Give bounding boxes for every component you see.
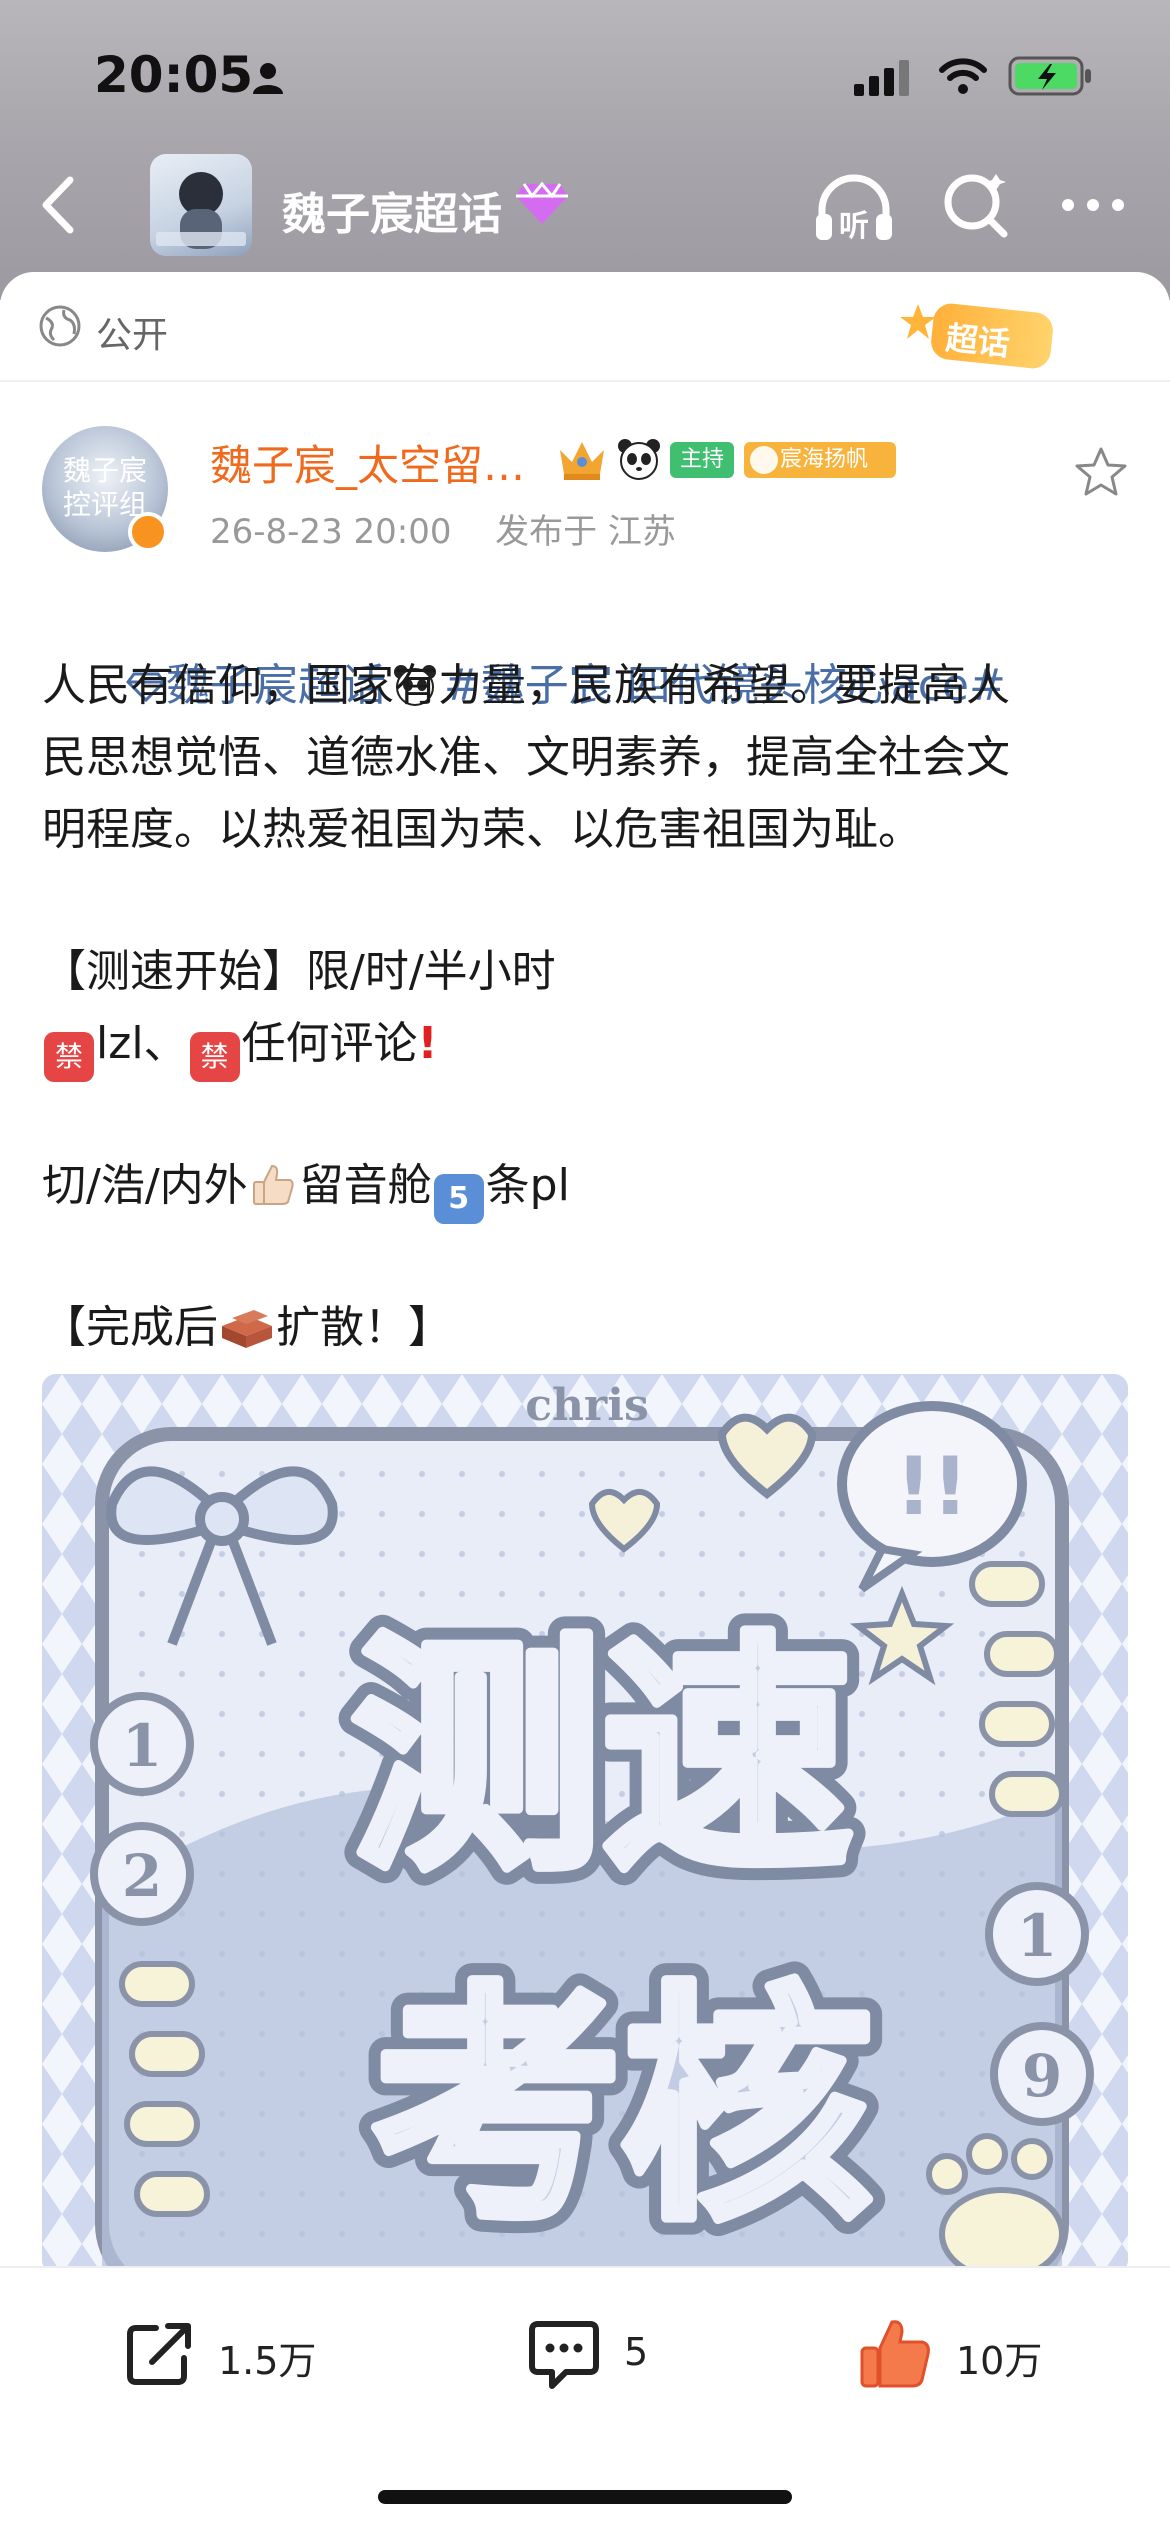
- spread-post-text: 扩散！】: [276, 1302, 452, 1353]
- author-username[interactable]: 魏子宸_太空留…: [210, 432, 525, 493]
- image-watermark: chris: [525, 1380, 648, 1431]
- listen-button[interactable]: 听: [812, 170, 896, 246]
- privacy-row: 公开 超话: [0, 272, 1170, 382]
- voice-text: 留音舱: [299, 1160, 432, 1211]
- wifi-icon: [939, 58, 987, 94]
- post-text-line: 民思想觉悟、道德水准、文明素养，提高全社会文: [42, 732, 1010, 783]
- exclamation-icon: !: [417, 1018, 438, 1069]
- more-options-icon[interactable]: [1058, 190, 1128, 220]
- comment-icon: [529, 2321, 599, 2389]
- svg-text:1: 1: [122, 1712, 162, 1780]
- topic-avatar-image: [156, 172, 246, 249]
- keycap-five-icon: 5: [433, 1174, 484, 1224]
- topic-title: 魏子宸超话: [282, 189, 502, 240]
- post-timestamp: 26-8-23 20:00: [210, 512, 452, 552]
- home-indicator[interactable]: [378, 2490, 792, 2504]
- share-icon: [127, 2323, 191, 2385]
- post-body: 魏子宸超话 #魏子宸 四代镜头核心ace# 人民有信仰，国家有力量，民族有希望。…: [42, 578, 1132, 1364]
- svg-text:1: 1: [1017, 1902, 1057, 1970]
- ban-rest-text: 任何评论: [241, 1018, 418, 1069]
- back-arrow-icon[interactable]: [30, 170, 90, 240]
- globe-icon: [39, 305, 81, 347]
- comment-requirement-line: 切/浩/内外 留音舱 5 条pl: [42, 1150, 1132, 1224]
- topic-avatar[interactable]: [150, 154, 252, 256]
- diamond-badge-icon: [516, 181, 568, 224]
- ban-emoji-icon: 禁: [189, 1032, 240, 1082]
- spread-line: 【完成后 扩散！】: [42, 1292, 1132, 1364]
- post-text-line: 人民有信仰，国家有力量，民族有希望。要提高人: [42, 660, 1010, 711]
- thumbs-up-emoji-icon: [252, 1164, 294, 1205]
- author-avatar-text-line1: 魏子宸: [62, 454, 147, 487]
- speed-test-line: 【测速开始】限/时/半小时: [42, 946, 556, 997]
- panda-icon: [618, 439, 660, 480]
- search-icon[interactable]: [940, 170, 1010, 240]
- comment-button[interactable]: 5: [524, 2314, 724, 2394]
- status-time: 20:05: [94, 46, 254, 104]
- speed-test-poster: chris !! 1 2 1 9 测速 测速 考核 考核: [42, 1374, 1128, 2274]
- post-meta: 26-8-23 20:00 发布于 江苏: [210, 504, 676, 553]
- ban-line: 禁 lzl、禁任何评论!: [42, 1008, 1132, 1082]
- status-bar: 20:05: [0, 0, 1170, 150]
- post-text-line: 明程度。以热爱祖国为荣、以危害祖国为耻。: [42, 804, 922, 855]
- verified-badge-icon: [128, 512, 168, 552]
- svg-text:2: 2: [122, 1842, 162, 1910]
- like-button[interactable]: 10万: [856, 2314, 1116, 2394]
- thumbs-up-icon: [860, 2320, 930, 2388]
- listen-label: 听: [839, 209, 869, 244]
- headphones-icon: 听: [816, 174, 892, 244]
- nav-bar: 魏子宸超话 听: [0, 140, 1170, 270]
- bricks-emoji-icon: [222, 1310, 272, 1348]
- favorite-star-icon[interactable]: [1072, 444, 1130, 502]
- count-pl-text: 条pl: [485, 1160, 570, 1211]
- privacy-label: 公开: [96, 315, 169, 356]
- like-count: 10万: [956, 2339, 1043, 2383]
- crown-icon: [560, 442, 604, 480]
- battery-icon: [1008, 56, 1091, 96]
- post-sheet: 公开 超话 魏子宸 控评组 魏子宸_太空留… 主持 宸海扬帆 26-8-23 2…: [0, 272, 1170, 2532]
- share-count: 1.5万: [218, 2339, 317, 2383]
- chaohua-logo[interactable]: 超话: [898, 301, 1068, 372]
- share-button[interactable]: 1.5万: [120, 2314, 340, 2394]
- cellular-signal-icon: [854, 60, 909, 96]
- person-icon: [253, 63, 283, 94]
- post-image[interactable]: chris !! 1 2 1 9 测速 测速 考核 考核: [42, 1374, 1128, 2274]
- fan-level-badge: 宸海扬帆: [744, 442, 896, 478]
- svg-text:9: 9: [1022, 2042, 1062, 2110]
- chaohua-label: 超话: [943, 318, 1012, 364]
- svg-text:!!: !!: [896, 1440, 969, 1533]
- comment-count: 5: [624, 2330, 649, 2374]
- fan-badge-icon: [750, 446, 778, 474]
- spread-pre-text: 【完成后: [42, 1302, 218, 1353]
- fan-badge-label: 宸海扬帆: [780, 447, 869, 472]
- post-location: 发布于 江苏: [495, 512, 676, 552]
- ban-emoji-icon: 禁: [44, 1032, 94, 1082]
- action-bar: 1.5万 5 10万: [0, 2266, 1170, 2532]
- ban-lzl-text: lzl、: [96, 1018, 188, 1069]
- svg-text:测速: 测速: [352, 1612, 852, 1903]
- inside-outside-text: 切/浩/内外: [42, 1160, 248, 1211]
- svg-text:考核: 考核: [372, 1962, 872, 2253]
- host-badge: 主持: [670, 442, 734, 478]
- post-topic-line: 魏子宸超话 #魏子宸 四代镜头核心ace#: [42, 578, 1132, 711]
